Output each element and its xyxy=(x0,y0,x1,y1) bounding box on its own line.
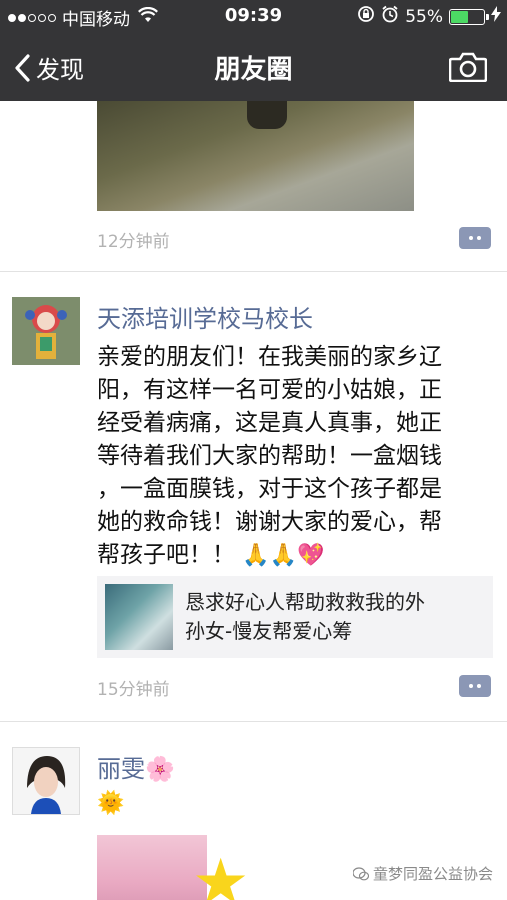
opera-mask-avatar-icon xyxy=(12,297,80,365)
sun-emoji: 🌞 xyxy=(97,791,125,816)
comment-dot xyxy=(469,684,473,688)
link-title: 恳求好心人帮助救救我的外 孙女-慢友帮爱心筹 xyxy=(185,588,485,646)
link-title-line: 恳求好心人帮助救救我的外 xyxy=(185,590,425,614)
charging-icon xyxy=(491,6,501,27)
photo-figure xyxy=(247,101,287,129)
comment-button[interactable] xyxy=(459,227,491,249)
post-photo[interactable] xyxy=(97,835,207,900)
avatar[interactable] xyxy=(12,747,80,815)
post-time: 12分钟前 xyxy=(97,232,170,252)
post-text: 亲爱的朋友们！在我美丽的家乡辽 阳，有这样一名可爱的小姑娘，正 经受着病痛，这是… xyxy=(97,341,497,572)
author-name[interactable]: 丽雯🌸 xyxy=(97,749,175,784)
pray-heart-emojis: 🙏🙏💖 xyxy=(242,543,325,568)
post-photo[interactable] xyxy=(97,101,414,211)
comment-dot xyxy=(477,236,481,240)
status-bar: 中国移动 09:39 55% xyxy=(0,0,507,32)
link-title-line: 孙女-慢友帮爱心筹 xyxy=(185,619,353,643)
post-text-line: 经受着病痛，这是真人真事，她正 xyxy=(97,410,442,436)
post-text-line-end: 帮孩子吧！！ xyxy=(97,542,235,568)
nav-bar: 发现 朋友圈 xyxy=(0,32,507,101)
battery-fill xyxy=(451,10,468,23)
post-text-line: 帮孩子吧！！ 🙏🙏💖 xyxy=(97,539,497,572)
orientation-lock-icon xyxy=(357,5,375,28)
watermark-text: 童梦同盈公益协会 xyxy=(372,865,493,883)
author-name-text: 丽雯 xyxy=(97,755,145,783)
shared-link-card[interactable]: 恳求好心人帮助救救我的外 孙女-慢友帮爱心筹 xyxy=(97,576,493,658)
comment-dot xyxy=(469,236,473,240)
moments-feed[interactable]: 12分钟前 天添培训学校马校长 亲爱的朋友们！在我美丽的家乡辽 阳，有这样一名可… xyxy=(0,101,507,900)
status-right: 55% xyxy=(357,5,501,28)
post-text-line: 她的救命钱！谢谢大家的爱心，帮 xyxy=(97,509,442,535)
wechat-icon xyxy=(352,866,369,880)
camera-button[interactable] xyxy=(448,52,488,86)
avatar[interactable] xyxy=(12,297,80,365)
header: 中国移动 09:39 55% 发现 朋友圈 xyxy=(0,0,507,101)
link-thumbnail xyxy=(105,584,173,650)
comment-dot xyxy=(477,684,481,688)
page-title: 朋友圈 xyxy=(214,55,293,85)
post-text-line: 亲爱的朋友们！在我美丽的家乡辽 xyxy=(97,344,442,370)
post-text-line: ，一盒面膜钱，对于这个孩子都是 xyxy=(97,476,442,502)
post-time: 15分钟前 xyxy=(97,680,170,700)
post-divider xyxy=(0,721,507,722)
flower-emoji: 🌸 xyxy=(145,755,175,783)
star-sticker-icon: ★ xyxy=(192,846,250,900)
battery-nub xyxy=(486,13,489,20)
post-text-line: 阳，有这样一名可爱的小姑娘，正 xyxy=(97,377,442,403)
author-name[interactable]: 天添培训学校马校长 xyxy=(97,299,313,334)
alarm-icon xyxy=(381,5,399,28)
battery-percent: 55% xyxy=(405,6,443,27)
watermark: 童梦同盈公益协会 xyxy=(352,863,493,884)
post-text-line: 等待着我们大家的帮助！一盒烟钱 xyxy=(97,443,442,469)
woman-avatar-icon xyxy=(13,748,79,814)
comment-button[interactable] xyxy=(459,675,491,697)
post-divider xyxy=(0,271,507,272)
camera-icon xyxy=(448,52,488,83)
battery-icon xyxy=(449,8,489,25)
